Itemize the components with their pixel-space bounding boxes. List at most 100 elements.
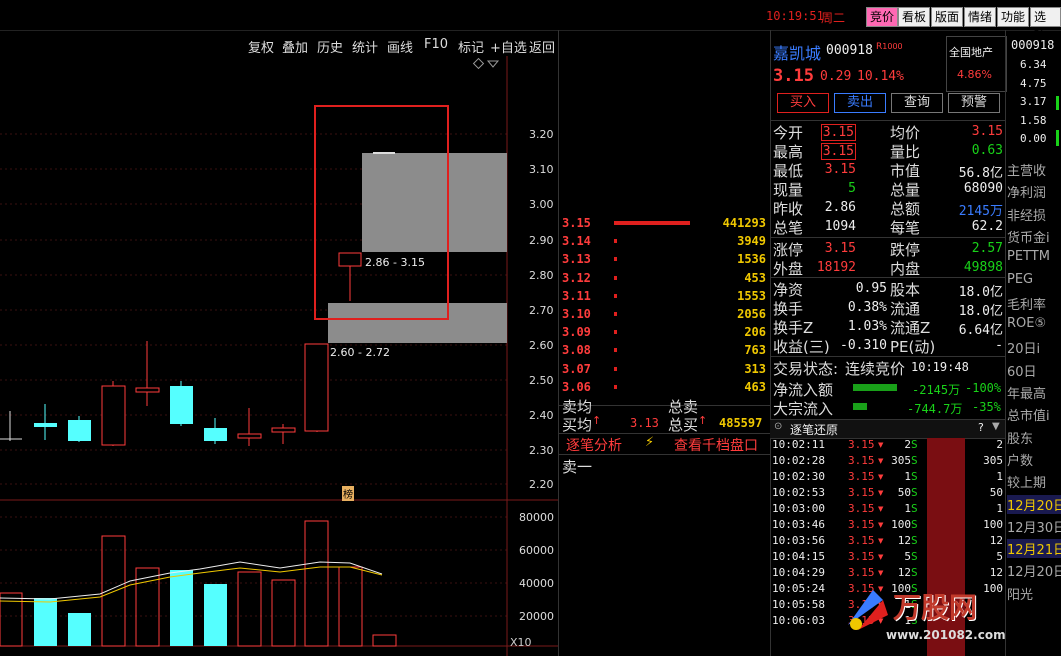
fr-label[interactable]: 毛利率 (1007, 294, 1046, 313)
tick-side: S (911, 438, 918, 451)
ask-volume-bar (614, 384, 617, 389)
price-tick: 2.60 (529, 339, 554, 352)
menu-add-watchlist[interactable]: +自选 (490, 37, 527, 56)
fr-label[interactable]: 总市值i (1007, 405, 1050, 424)
triangle-down-icon[interactable]: ▼ (992, 421, 1000, 432)
fr-label[interactable]: 20日i (1007, 338, 1040, 357)
down-arrow-icon: ▼ (878, 457, 884, 465)
limit-value: 3.15 (824, 241, 856, 256)
ask-price[interactable]: 3.06 (562, 378, 591, 396)
fr-label[interactable]: PEG (1007, 272, 1033, 287)
fr-label[interactable]: 12月20日 (1007, 494, 1061, 514)
rank-badge[interactable]: 榜 (342, 486, 354, 501)
fr-label[interactable]: 较上期 (1007, 472, 1046, 491)
options-button[interactable]: 选项 (1030, 7, 1061, 42)
quote-value: 56.8亿 (958, 166, 1003, 181)
volume-tick: 60000 (519, 544, 554, 557)
quote-label: 今开 (773, 124, 804, 142)
price-tick: 3.20 (529, 128, 554, 141)
menu-history[interactable]: 历史 (317, 37, 343, 56)
tick-side: S (911, 518, 918, 531)
ask-price[interactable]: 3.11 (562, 287, 591, 305)
ask-price[interactable]: 3.09 (562, 323, 591, 341)
menu-statistics[interactable]: 统计 (352, 37, 378, 56)
ask-price[interactable]: 3.10 (562, 305, 591, 323)
triangle-down-icon[interactable] (486, 60, 500, 68)
quote-value: 1094 (824, 219, 856, 234)
collapse-icon[interactable]: ⊙ (774, 421, 782, 432)
fin-label: 收益(三) (773, 338, 830, 356)
fr-label[interactable]: 股东 (1007, 428, 1033, 447)
quote-value: 68090 (963, 181, 1003, 196)
ask-price[interactable]: 3.07 (562, 360, 591, 378)
fr-label[interactable]: ROE⑤ (1007, 316, 1046, 331)
auction-button[interactable]: 竞价 (866, 7, 899, 27)
layout-button[interactable]: 版面 (931, 7, 964, 27)
ask-volume: 3949 (737, 234, 766, 249)
ask-price[interactable]: 3.15 (562, 214, 591, 232)
quote-value: 62.2 (971, 219, 1003, 234)
fr-label[interactable]: 净利润 (1007, 182, 1046, 201)
menu-back[interactable]: 返回 (529, 37, 555, 56)
limit-value: 2.57 (971, 241, 1003, 256)
sell-button[interactable]: 卖出 (834, 93, 886, 113)
fr-label[interactable]: 户数 (1007, 450, 1033, 469)
menu-f10[interactable]: F10 (424, 37, 448, 52)
fin-label: 换手Z (773, 319, 814, 337)
tick-side: S (911, 534, 918, 547)
limit-value: 18192 (816, 260, 856, 275)
quote-label: 最低 (773, 162, 804, 180)
fin-value: 0.95 (855, 281, 887, 296)
fr-value: 6.34 (1020, 58, 1047, 71)
watermark-logo: 万股网 www.201082.com (838, 576, 1018, 656)
ask-price[interactable]: 3.08 (562, 341, 591, 359)
diamond-icon[interactable] (472, 57, 485, 70)
fr-label[interactable]: 年最高 (1007, 383, 1046, 402)
limit-label: 内盘 (890, 260, 921, 278)
ask-price[interactable]: 3.12 (562, 269, 591, 287)
fr-label[interactable]: 主营收 (1007, 160, 1046, 179)
query-button[interactable]: 查询 (891, 93, 943, 113)
ask-price[interactable]: 3.14 (562, 232, 591, 250)
fr-label[interactable]: PETTM (1007, 249, 1050, 264)
fr-label[interactable]: 货币金i (1007, 227, 1050, 246)
tick-price: 3.15 (848, 454, 875, 467)
fin-value: -0.310 (840, 338, 887, 353)
alert-button[interactable]: 预警 (948, 93, 1000, 113)
ask-price[interactable]: 3.13 (562, 250, 591, 268)
ticks-title: 逐笔还原 (790, 423, 839, 437)
fr-label[interactable]: 60日 (1007, 361, 1037, 380)
board-button[interactable]: 看板 (898, 7, 931, 27)
price-tick: 2.50 (529, 374, 554, 387)
quote-value: 2.86 (824, 200, 856, 215)
fin-value: 18.0亿 (958, 285, 1003, 300)
menu-mark[interactable]: 标记 (458, 37, 484, 56)
quote-label: 现量 (773, 181, 804, 199)
menu-restore-rights[interactable]: 复权 (248, 37, 274, 56)
watermark-brand: 万股网 (893, 591, 978, 624)
buy-button[interactable]: 买入 (777, 93, 829, 113)
price-tick: 2.20 (529, 478, 554, 491)
fr-label[interactable]: 12月30日 (1007, 517, 1061, 536)
function-button[interactable]: 功能 (997, 7, 1030, 27)
menu-draw-line[interactable]: 画线 (387, 37, 413, 56)
tick-volume: 100 (891, 518, 911, 531)
depth-link[interactable]: 查看千档盘口 (674, 435, 758, 455)
fr-mini-bar (1056, 130, 1059, 146)
kline-chart[interactable] (0, 56, 558, 656)
help-icon[interactable]: ? (978, 421, 984, 434)
quote-value: 2145万 (958, 204, 1003, 219)
volume-tick: 40000 (519, 577, 554, 590)
fr-label[interactable]: 12月21日 (1007, 539, 1061, 559)
sentiment-button[interactable]: 情绪 (964, 7, 997, 27)
price-tick: 2.40 (529, 409, 554, 422)
tick-side: S (911, 470, 918, 483)
sector-name[interactable]: 全国地产 (949, 44, 993, 60)
menu-overlay[interactable]: 叠加 (282, 37, 308, 56)
stock-tag-sup: 1000 (882, 42, 903, 51)
fin-value: 1.03% (847, 319, 887, 334)
ask-volume: 2056 (737, 307, 766, 321)
fr-label[interactable]: 非经损 (1007, 205, 1046, 224)
tick-analysis-link[interactable]: 逐笔分析 (566, 435, 622, 455)
volume-axis: 80000 60000 40000 20000 X10 (510, 500, 558, 656)
